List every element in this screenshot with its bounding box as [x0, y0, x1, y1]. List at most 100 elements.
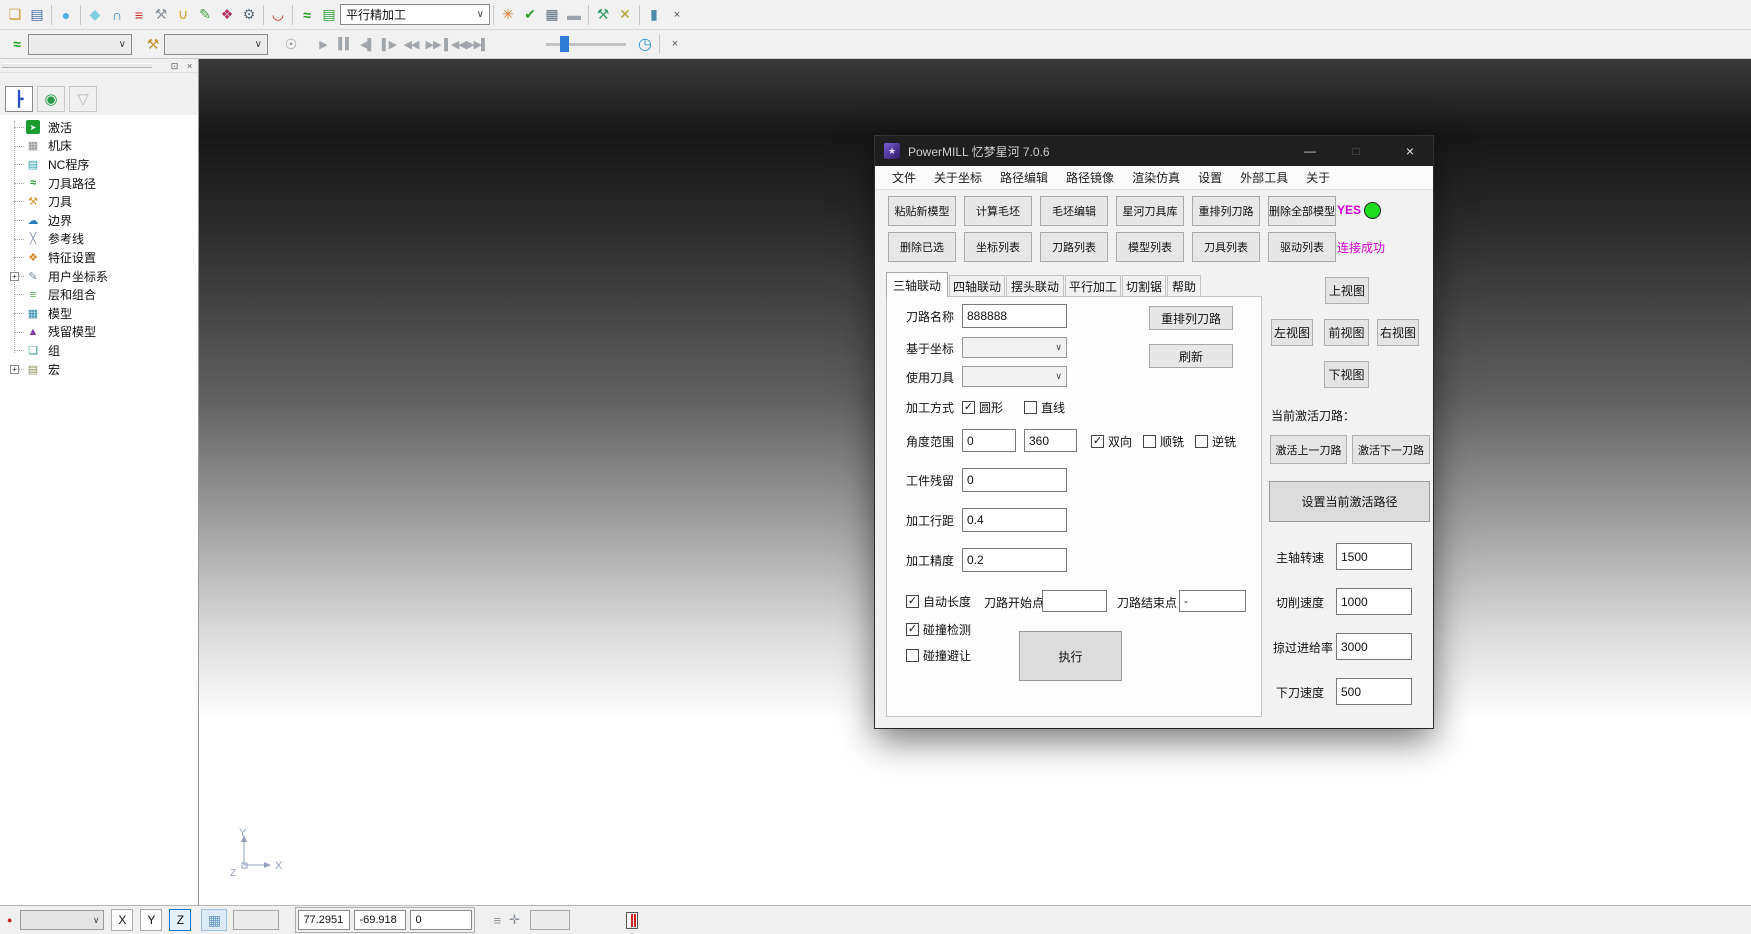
panel-grip[interactable]: [2, 63, 152, 68]
tree-item-activate[interactable]: ➤激活: [0, 118, 198, 137]
featureset-icon[interactable]: ❖: [216, 4, 238, 26]
light-bulb-icon[interactable]: ☉: [280, 33, 302, 55]
toolpath-name-input[interactable]: [962, 304, 1067, 328]
tab-swivel[interactable]: 摆头联动: [1006, 275, 1064, 297]
axes-list-icon[interactable]: ≡: [493, 913, 501, 928]
maximize-button[interactable]: □: [1333, 136, 1379, 166]
tool-block-sim-icon[interactable]: ⚙: [238, 4, 260, 26]
execute-button[interactable]: 执行: [1019, 631, 1122, 681]
axis-x-button[interactable]: X: [111, 909, 133, 931]
delete-all-models-button[interactable]: 删除全部模型: [1268, 196, 1336, 226]
tab-recycle[interactable]: ▽: [69, 86, 97, 112]
collision-check-icon[interactable]: ✳: [497, 4, 519, 26]
tree-item-nc-programs[interactable]: ▤NC程序: [0, 155, 198, 174]
statusbar-dropdown[interactable]: ∨: [20, 910, 104, 930]
tab-web[interactable]: ◉: [37, 86, 65, 112]
tolerance-input[interactable]: [962, 548, 1067, 572]
paste-new-model-button[interactable]: 粘贴新模型: [888, 196, 956, 226]
tree-item-macros[interactable]: +▤宏: [0, 360, 198, 379]
angle-from-input[interactable]: [962, 429, 1016, 452]
menu-coords[interactable]: 关于坐标: [925, 166, 991, 190]
close-button[interactable]: ×: [1387, 136, 1433, 166]
step-back-button[interactable]: ◀▌: [356, 34, 378, 54]
measure-icon[interactable]: ▬: [563, 4, 585, 26]
sim-toolpath-dropdown[interactable]: ∨: [28, 34, 132, 55]
tree-item-toolpaths[interactable]: ≈刀具路径: [0, 174, 198, 193]
menu-external-tools[interactable]: 外部工具: [1231, 166, 1297, 190]
pause-button[interactable]: ▌▌: [334, 34, 356, 54]
mode-circle-checkbox[interactable]: ✓圆形: [962, 399, 1003, 416]
play-button[interactable]: ▶: [312, 34, 334, 54]
menu-path-mirror[interactable]: 路径镜像: [1057, 166, 1123, 190]
edit-block-button[interactable]: 毛坯编辑: [1040, 196, 1108, 226]
stock-allowance-input[interactable]: [962, 468, 1067, 492]
view-right-button[interactable]: 右视图: [1377, 319, 1419, 346]
save-project-icon[interactable]: ▤: [26, 4, 48, 26]
mode-line-checkbox[interactable]: 直线: [1024, 399, 1065, 416]
tree-item-models[interactable]: ▦模型: [0, 304, 198, 323]
tab-3axis[interactable]: 三轴联动: [886, 272, 948, 297]
view-top-button[interactable]: 上视图: [1325, 277, 1369, 304]
viewport-3d[interactable]: Y X Z ★ PowerMILL 忆梦星河 7.0.6 — □ × 文件 关于…: [199, 59, 1751, 905]
coord-list-button[interactable]: 坐标列表: [964, 232, 1032, 262]
tree-item-workplanes[interactable]: +✎用户坐标系: [0, 267, 198, 286]
tab-parallel[interactable]: 平行加工: [1065, 275, 1121, 297]
menu-render-sim[interactable]: 渲染仿真: [1123, 166, 1189, 190]
tree-item-patterns[interactable]: ╳参考线: [0, 230, 198, 249]
stepover-input[interactable]: [962, 508, 1067, 532]
leads-links-icon[interactable]: ∪: [172, 4, 194, 26]
calculator-icon[interactable]: ▦: [541, 4, 563, 26]
refresh-button[interactable]: 刷新: [1149, 344, 1233, 368]
sim-tool-dropdown[interactable]: ∨: [164, 34, 268, 55]
dialog-titlebar[interactable]: ★ PowerMILL 忆梦星河 7.0.6 — □ ×: [875, 136, 1433, 166]
snap-value-field[interactable]: [233, 910, 279, 930]
tree-item-boundaries[interactable]: ☁边界: [0, 211, 198, 230]
skim-feed-input[interactable]: [1336, 633, 1412, 660]
dir-conventional-checkbox[interactable]: 逆铣: [1195, 433, 1236, 450]
plunge-feed-input[interactable]: [1336, 678, 1412, 705]
grid-snap-icon[interactable]: ▦: [201, 909, 227, 931]
panel-close-button[interactable]: ×: [183, 60, 196, 72]
activate-next-toolpath-button[interactable]: 激活下一刀路: [1352, 435, 1430, 464]
toolpath-list-button[interactable]: 刀路列表: [1040, 232, 1108, 262]
menu-settings[interactable]: 设置: [1189, 166, 1231, 190]
shaded-view-icon[interactable]: ●: [55, 4, 77, 26]
calc-block-button[interactable]: 计算毛坯: [964, 196, 1032, 226]
go-to-end-button[interactable]: ▶▶▌: [466, 34, 488, 54]
end-point-input[interactable]: [1179, 590, 1246, 612]
rewind-button[interactable]: ◀◀: [400, 34, 422, 54]
curve-editor-icon[interactable]: ✎: [194, 4, 216, 26]
tab-help[interactable]: 帮助: [1167, 275, 1201, 297]
tree-expander[interactable]: +: [10, 272, 19, 281]
fast-forward-button[interactable]: ▶▶: [422, 34, 444, 54]
tab-saw[interactable]: 切割锯: [1122, 275, 1166, 297]
toolpath-s-icon[interactable]: ≈: [296, 4, 318, 26]
tool-ball-icon[interactable]: ⚒: [150, 4, 172, 26]
model-list-button[interactable]: 模型列表: [1116, 232, 1184, 262]
tool-list-button[interactable]: 刀具列表: [1192, 232, 1260, 262]
close-toolbar-button[interactable]: ×: [669, 7, 685, 23]
tree-item-tools[interactable]: ⚒刀具: [0, 192, 198, 211]
axis-y-button[interactable]: Y: [140, 909, 162, 931]
go-to-start-button[interactable]: ▌◀◀: [444, 34, 466, 54]
start-point-input[interactable]: [1042, 590, 1107, 612]
cutting-feed-input[interactable]: [1336, 588, 1412, 615]
menu-about[interactable]: 关于: [1297, 166, 1339, 190]
dir-climb-checkbox[interactable]: 顺铣: [1143, 433, 1184, 450]
statusbar-empty-field[interactable]: [530, 910, 570, 930]
spindle-speed-input[interactable]: [1336, 543, 1412, 570]
collision-check-checkbox[interactable]: ✓碰撞检测: [906, 621, 971, 638]
tree-item-groups[interactable]: ❏组: [0, 341, 198, 360]
tool-holder-icon[interactable]: ▮: [643, 4, 665, 26]
active-strategy-dropdown[interactable]: 平行精加工 ∨: [340, 4, 490, 25]
sim-toolpath-icon[interactable]: ≈: [6, 33, 28, 55]
block-icon[interactable]: ◆: [84, 4, 106, 26]
tool-verify-icon[interactable]: ✔: [519, 4, 541, 26]
rapid-heights-icon[interactable]: ∩: [106, 4, 128, 26]
menu-file[interactable]: 文件: [883, 166, 925, 190]
collision-avoid-checkbox[interactable]: 碰撞避让: [906, 647, 971, 664]
start-end-point-icon[interactable]: ≡: [128, 4, 150, 26]
view-bottom-button[interactable]: 下视图: [1324, 361, 1369, 388]
menu-path-edit[interactable]: 路径编辑: [991, 166, 1057, 190]
base-coord-dropdown[interactable]: ∨: [962, 337, 1067, 358]
